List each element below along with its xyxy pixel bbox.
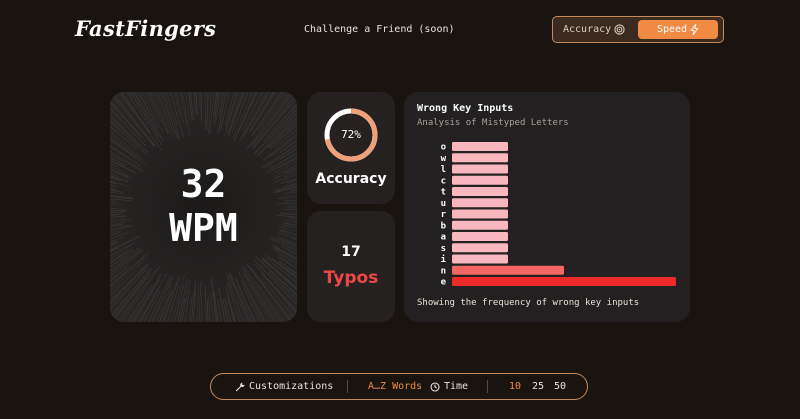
chart-tick-label: l [441, 165, 446, 175]
customizations-label: Customizations [249, 381, 334, 392]
mode-speed-button[interactable]: Speed [638, 20, 718, 39]
time-mode-button[interactable]: Time [430, 374, 468, 399]
typos-label: Typos [323, 268, 379, 288]
chart-bar [452, 243, 508, 253]
chart-bar [452, 187, 508, 196]
accuracy-label: Accuracy [315, 171, 387, 187]
wrong-keys-bar-chart: owlcturbasine [441, 142, 676, 288]
typos-count: 17 [341, 244, 361, 260]
chart-bar [452, 254, 508, 264]
chart-tick-label: b [441, 221, 447, 231]
wrong-keys-chart-card: Wrong Key Inputs Analysis of Mistyped Le… [404, 92, 690, 322]
chart-bar [452, 209, 508, 219]
chart-tick-label: n [441, 266, 446, 276]
divider [347, 380, 348, 393]
chart-subtitle: Analysis of Mistyped Letters [417, 118, 569, 128]
clock-icon [430, 381, 440, 392]
chart-tick-label: e [441, 278, 447, 288]
chart-tick-label: r [441, 210, 447, 220]
mode-switch: Accuracy Speed [552, 16, 724, 43]
word-count-option-50[interactable]: 50 [554, 374, 566, 399]
typos-card: 17 Typos [307, 211, 395, 322]
chart-tick-label: u [441, 199, 446, 209]
chart-bar [452, 232, 508, 241]
chart-bar [452, 164, 508, 174]
lightning-icon [690, 24, 699, 35]
chart-tick-label: o [441, 143, 446, 153]
test-options-bar: Customizations A…Z Words Time 10 25 50 [210, 373, 588, 400]
accuracy-percent: 72% [341, 128, 361, 141]
chart-tick-label: t [441, 188, 446, 198]
word-count-option-25[interactable]: 25 [532, 374, 544, 399]
word-count-option-10[interactable]: 10 [509, 374, 521, 399]
chart-bar [452, 175, 508, 185]
words-mode-button[interactable]: A…Z Words [368, 374, 422, 399]
chart-footer: Showing the frequency of wrong key input… [417, 298, 640, 308]
chart-bar [452, 198, 508, 208]
chart-bar [452, 153, 508, 163]
chart-tick-label: i [441, 254, 447, 265]
mode-accuracy-label: Accuracy [563, 24, 612, 35]
app-logo[interactable]: FastFingers [75, 16, 216, 41]
wpm-card: 32 WPM [110, 92, 297, 322]
chart-tick-label: w [441, 154, 447, 164]
chart-bar [452, 277, 676, 286]
mode-accuracy-button[interactable]: Accuracy [563, 17, 625, 42]
time-label: Time [444, 381, 469, 392]
chart-title: Wrong Key Inputs [417, 103, 514, 114]
challenge-friend-link[interactable]: Challenge a Friend (soon) [304, 24, 455, 35]
target-icon [614, 24, 625, 35]
chart-tick-label: c [441, 176, 446, 186]
mode-speed-label: Speed [656, 24, 688, 35]
chart-bar [452, 220, 508, 230]
chart-bar [452, 142, 508, 151]
chart-bar [452, 265, 564, 275]
wpm-unit: WPM [169, 206, 238, 250]
customizations-button[interactable]: Customizations [235, 374, 333, 399]
accuracy-card: 72% Accuracy [307, 92, 395, 204]
wrench-icon [235, 382, 245, 391]
wpm-value: 32 [180, 162, 227, 206]
divider [487, 380, 488, 393]
chart-tick-label: s [441, 244, 446, 254]
chart-tick-label: a [441, 233, 446, 243]
